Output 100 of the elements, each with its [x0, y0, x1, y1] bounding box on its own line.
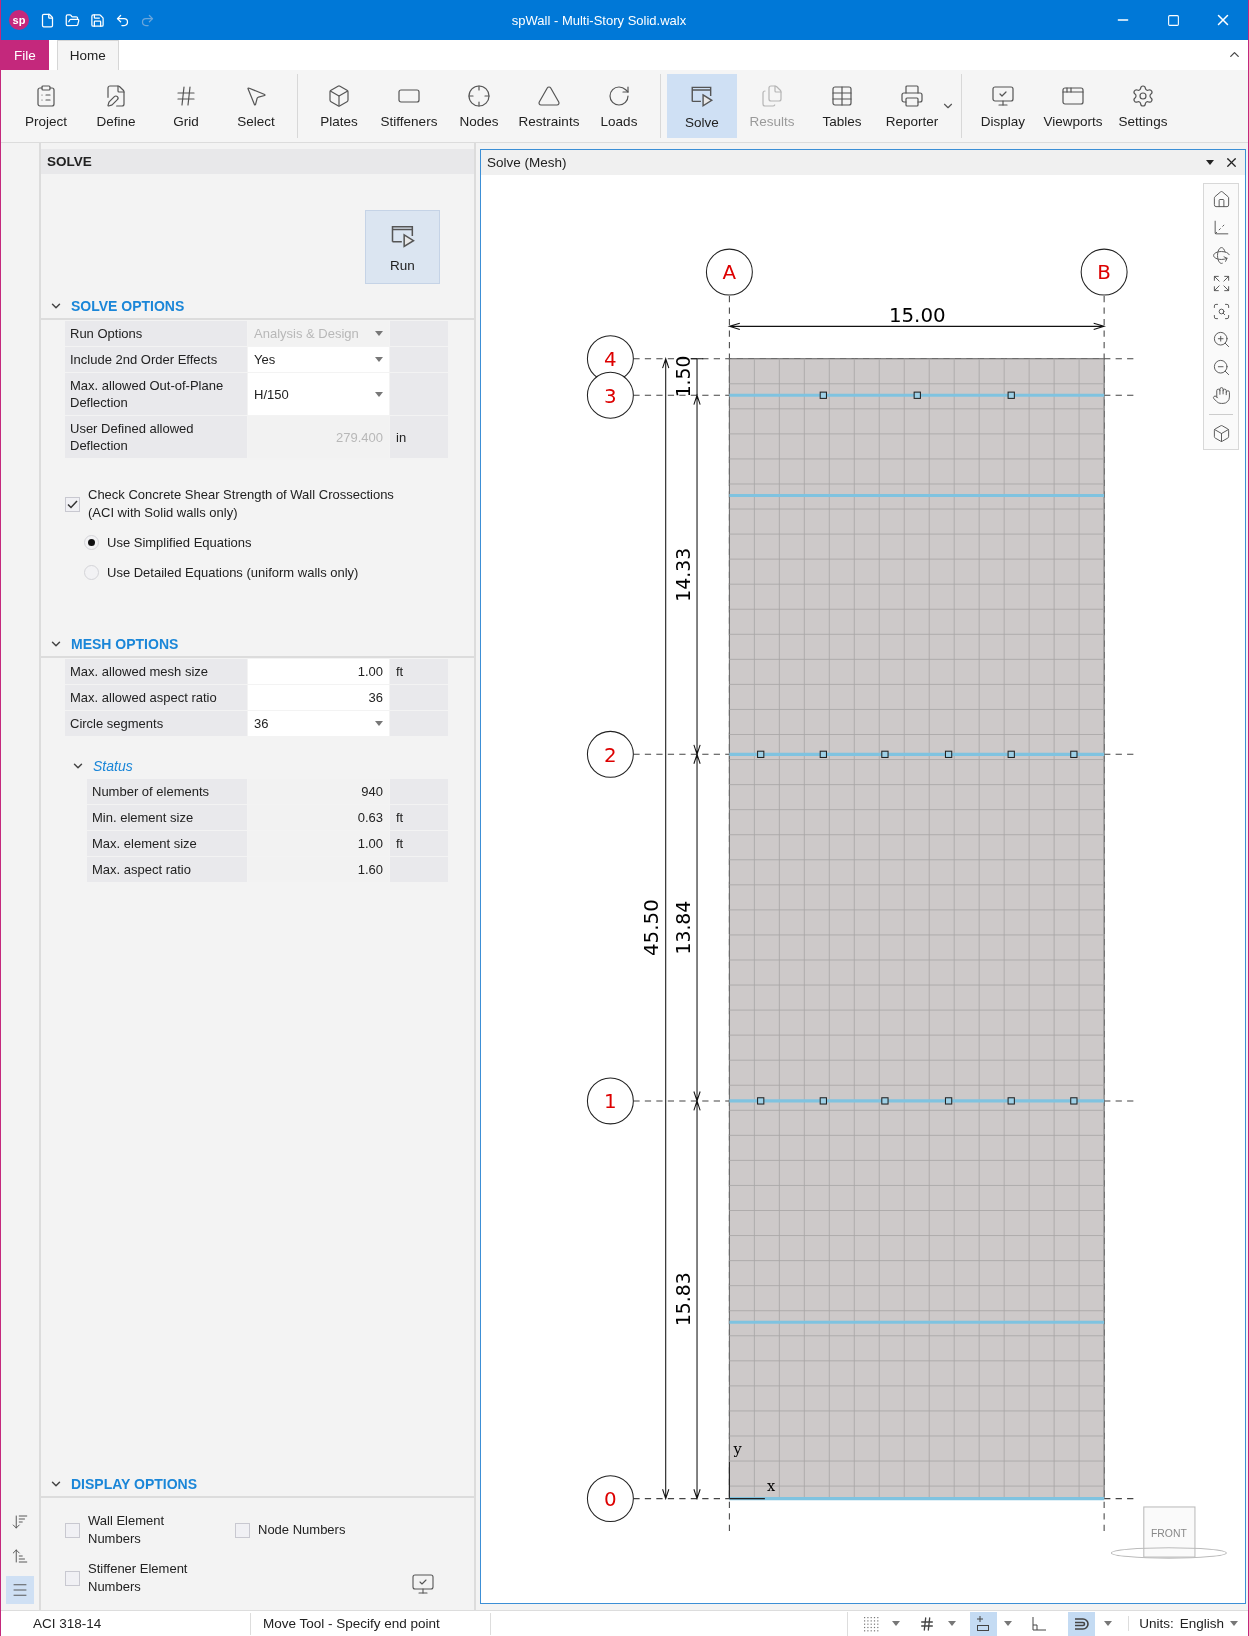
cube-icon[interactable] — [1211, 424, 1231, 443]
checkbox-label: Node Numbers — [258, 1521, 347, 1539]
zoom-extents-icon[interactable] — [1211, 274, 1231, 293]
run-button[interactable]: Run — [365, 210, 440, 284]
checkbox-label: Check Concrete Shear Strength of Wall Crossections (ACI with Solid walls only) — [88, 486, 395, 522]
status-text: ACI 318-14 — [1, 1612, 251, 1635]
pan-hand-icon[interactable] — [1211, 386, 1231, 405]
dropdown-caret-icon[interactable] — [1206, 160, 1214, 165]
property-label: User Defined allowed Deflection — [65, 416, 247, 458]
box-icon — [327, 83, 351, 108]
zoom-in-icon[interactable] — [1211, 330, 1231, 349]
radio-label: Use Simplified Equations — [107, 534, 252, 550]
ribbon-button[interactable]: Solve — [667, 74, 737, 138]
ribbon-button[interactable]: Restraints — [514, 74, 584, 138]
property-label: Number of elements — [87, 779, 247, 804]
app-logo: sp — [9, 10, 29, 30]
unit-label: ft — [390, 805, 448, 830]
unit-label: in — [390, 416, 448, 458]
zoom-window-icon[interactable] — [1211, 302, 1231, 321]
save-icon[interactable] — [90, 12, 105, 28]
units-dropdown[interactable]: Units: English — [1128, 1616, 1248, 1631]
viewport-title: Solve (Mesh) — [487, 155, 568, 170]
dimension-label: 45.50 — [640, 899, 664, 956]
axis-label: y — [733, 1439, 742, 1457]
ribbon-button[interactable]: Reporter — [877, 74, 947, 138]
ribbon-button[interactable]: Settings — [1108, 74, 1178, 138]
unit-label: ft — [390, 831, 448, 856]
undo-icon[interactable] — [115, 12, 130, 28]
ribbon-button[interactable]: Nodes — [444, 74, 514, 138]
dimension-label: 14.33 — [672, 547, 694, 602]
property-label: Max. allowed mesh size — [65, 659, 247, 684]
clipboard-icon — [34, 83, 58, 108]
status-header[interactable]: Status — [41, 758, 474, 774]
grid-label: 3 — [604, 384, 617, 408]
ribbon-button[interactable]: Stiffeners — [374, 74, 444, 138]
crosshair-icon — [467, 83, 491, 108]
property-label: Min. element size — [87, 805, 247, 830]
status-toggle[interactable] — [970, 1611, 1013, 1636]
property-field[interactable]: 36 — [248, 685, 389, 710]
dimension-label: 15.00 — [888, 304, 946, 328]
dimension-label: 13.84 — [672, 900, 694, 955]
status-text: Move Tool - Specify end point — [251, 1612, 491, 1635]
grid-bubble — [1080, 248, 1128, 296]
ribbon-button[interactable]: Viewports — [1038, 74, 1108, 138]
settings-icon — [1131, 83, 1155, 108]
dimension-label: 15.83 — [672, 1272, 694, 1327]
triangle-icon — [537, 83, 561, 108]
property-label: Max. allowed aspect ratio — [65, 685, 247, 710]
axis-indicator — [728, 1461, 766, 1500]
grid-bubble — [705, 248, 753, 296]
pen-document-icon — [104, 83, 128, 108]
dot-grid-icon — [863, 1615, 880, 1632]
ribbon-button[interactable]: Plates — [304, 74, 374, 138]
radio-button[interactable] — [84, 564, 99, 580]
grid-label: 4 — [604, 348, 617, 372]
open-folder-icon[interactable] — [65, 12, 80, 28]
checkbox-label: Wall Element Numbers — [88, 1512, 166, 1548]
ribbon-tab[interactable]: Home — [56, 40, 119, 70]
rotate-arrow-icon — [607, 83, 631, 108]
checkbox[interactable] — [235, 1522, 250, 1538]
grid-label: A — [722, 261, 737, 285]
ribbon-button[interactable]: Display — [968, 74, 1038, 138]
display-settings-icon[interactable] — [411, 1572, 435, 1596]
status-toggle[interactable] — [1068, 1611, 1113, 1636]
ribbon-button[interactable]: Tables — [807, 74, 877, 138]
checkbox[interactable] — [65, 1522, 80, 1538]
grid-bubble — [586, 1475, 634, 1523]
close-icon[interactable] — [1224, 155, 1239, 170]
ribbon-button[interactable]: Loads — [584, 74, 654, 138]
window-title: spWall - Multi-Story Solid.walx — [510, 12, 688, 28]
magnet-icon — [1073, 1615, 1092, 1632]
property-label: Run Options — [65, 321, 247, 346]
documents-icon — [760, 83, 784, 108]
radio-button[interactable] — [84, 534, 99, 550]
checkbox-label: Stiffener Element Numbers — [88, 1560, 189, 1596]
property-label: Max. element size — [87, 831, 247, 856]
ribbon-button[interactable]: Grid — [151, 74, 221, 138]
view-cube-label: FRONT — [1150, 1528, 1187, 1540]
table-icon — [830, 83, 854, 108]
checkbox[interactable] — [65, 496, 80, 512]
rotate-icon[interactable] — [1211, 246, 1231, 265]
property-dropdown[interactable]: H/150 — [248, 373, 389, 415]
property-dropdown[interactable]: 36 — [248, 711, 389, 736]
home-icon[interactable] — [1211, 190, 1231, 209]
dimension-label: 1.50 — [672, 355, 694, 398]
zoom-out-icon[interactable] — [1211, 358, 1231, 377]
property-dropdown[interactable]: Yes — [248, 347, 389, 372]
ribbon-button[interactable]: Select — [221, 74, 291, 138]
ribbon-button[interactable]: Define — [81, 74, 151, 138]
property-field[interactable]: 1.00 — [248, 659, 389, 684]
file-menu[interactable]: File — [1, 40, 49, 70]
panel-title: SOLVE — [41, 149, 474, 174]
grid-label: 1 — [604, 1090, 617, 1114]
grid-label: 2 — [604, 743, 617, 767]
ribbon-button[interactable]: Project — [11, 74, 81, 138]
checkbox[interactable] — [65, 1570, 80, 1586]
new-file-icon[interactable] — [40, 12, 55, 28]
grid-label: B — [1097, 261, 1111, 285]
radio-label: Use Detailed Equations (uniform walls only) — [107, 564, 359, 580]
list-icon[interactable] — [6, 1576, 34, 1604]
